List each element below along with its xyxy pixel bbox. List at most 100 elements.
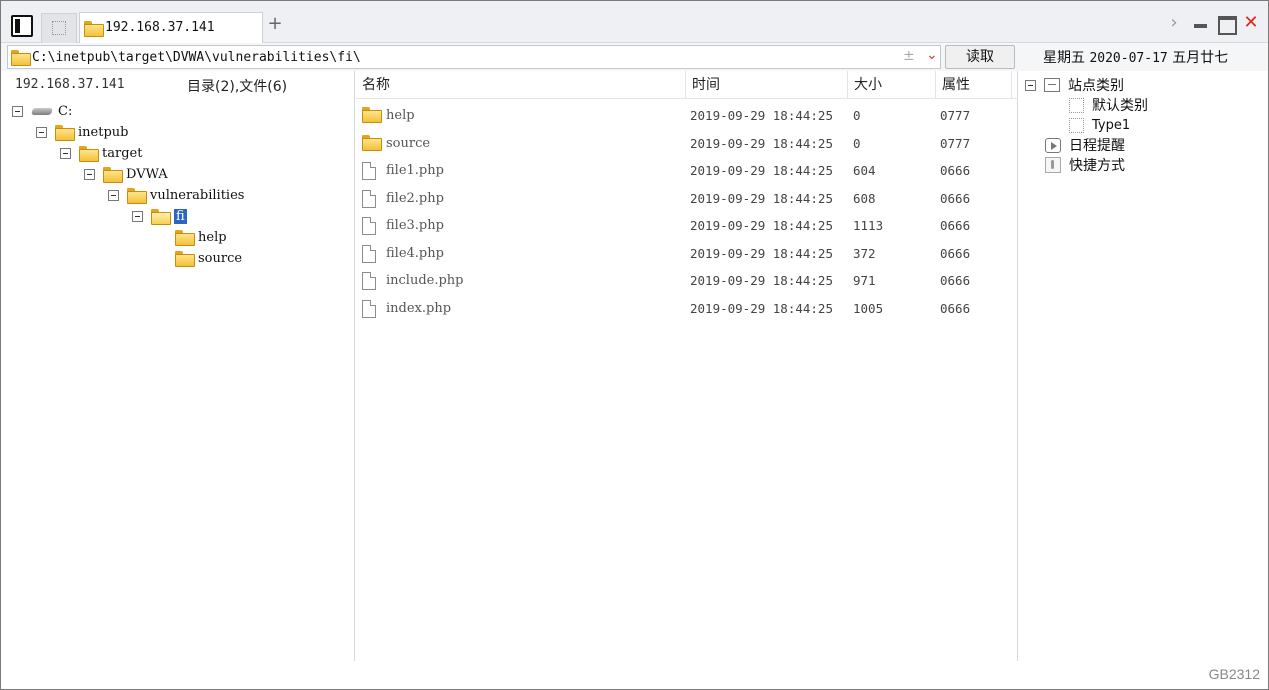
file-name: file2.php bbox=[386, 191, 444, 206]
file-size: 971 bbox=[853, 273, 876, 288]
file-time: 2019-09-29 18:44:25 bbox=[690, 273, 833, 288]
plus-minus-icon[interactable]: ± bbox=[903, 48, 915, 64]
tree-label: source bbox=[198, 250, 243, 266]
file-name: include.php bbox=[386, 273, 464, 288]
file-icon bbox=[362, 217, 376, 235]
close-button[interactable]: ✕ bbox=[1241, 13, 1261, 33]
tree-node-drive-c[interactable]: C: bbox=[12, 101, 72, 121]
read-button[interactable]: 读取 bbox=[945, 45, 1015, 69]
column-header-size[interactable]: 大小 bbox=[848, 71, 936, 99]
file-attr: 0666 bbox=[940, 301, 971, 316]
column-header-attr[interactable]: 属性 bbox=[936, 71, 1012, 99]
app-window: 192.168.37.141 + › ✕ ± ⌄ 读取 星期五 2020-07-… bbox=[0, 0, 1269, 690]
path-input[interactable] bbox=[32, 48, 892, 66]
file-name: file3.php bbox=[386, 218, 444, 233]
dir-file-count: 目录(2),文件(6) bbox=[187, 79, 288, 95]
file-attr: 0777 bbox=[940, 108, 971, 123]
file-attr: 0666 bbox=[940, 246, 971, 261]
collapse-icon[interactable] bbox=[12, 105, 23, 117]
tree-node-inetpub[interactable]: inetpub bbox=[36, 122, 128, 142]
file-row-help[interactable]: help 2019-09-29 18:44:25 0 0777 bbox=[356, 102, 1018, 129]
folder-icon bbox=[175, 230, 195, 246]
folder-icon bbox=[79, 146, 99, 162]
tree-node-target[interactable]: target bbox=[60, 143, 142, 163]
column-header-time[interactable]: 时间 bbox=[686, 71, 848, 99]
file-list-panel: 名称 时间 大小 属性 help 2019-09-29 18:44:25 0 0… bbox=[356, 71, 1018, 661]
maximize-button[interactable] bbox=[1216, 13, 1237, 35]
directory-tree-panel: 192.168.37.141 目录(2),文件(6) C: inetpub ta… bbox=[1, 71, 355, 661]
file-time: 2019-09-29 18:44:25 bbox=[690, 246, 833, 261]
date: 2020-07-17 bbox=[1089, 51, 1168, 66]
tab-bar: 192.168.37.141 + › ✕ bbox=[1, 1, 1268, 44]
file-row-file3[interactable]: file3.php 2019-09-29 18:44:25 1113 0666 bbox=[356, 212, 1018, 239]
shortcuts-node[interactable]: 快捷方式 bbox=[1045, 155, 1125, 175]
folder-icon bbox=[127, 188, 147, 204]
tree-node-help[interactable]: help bbox=[175, 227, 227, 247]
file-row-include[interactable]: include.php 2019-09-29 18:44:25 971 0666 bbox=[356, 267, 1018, 294]
collapse-icon[interactable] bbox=[60, 147, 71, 159]
blank-tab-icon bbox=[52, 21, 66, 35]
site-category-node[interactable]: 站点类别 bbox=[1025, 75, 1124, 95]
tree-label-selected: fi bbox=[174, 208, 187, 224]
column-header-name[interactable]: 名称 bbox=[356, 71, 686, 99]
collapse-icon[interactable] bbox=[36, 126, 47, 138]
file-icon bbox=[362, 245, 376, 263]
category-item-default[interactable]: 默认类别 bbox=[1069, 95, 1148, 115]
status-bar: GB2312 bbox=[1, 661, 1268, 689]
file-size: 1113 bbox=[853, 218, 884, 233]
schedule-node[interactable]: 日程提醒 bbox=[1045, 135, 1125, 155]
folder-icon bbox=[55, 125, 75, 141]
file-row-file2[interactable]: file2.php 2019-09-29 18:44:25 608 0666 bbox=[356, 185, 1018, 212]
file-size: 0 bbox=[853, 136, 861, 151]
tree-node-vulnerabilities[interactable]: vulnerabilities bbox=[108, 185, 244, 205]
file-row-index[interactable]: index.php 2019-09-29 18:44:25 1005 0666 bbox=[356, 295, 1018, 322]
chevron-right-icon[interactable]: › bbox=[1164, 13, 1184, 33]
tree-label: C: bbox=[58, 103, 73, 119]
schedule-label: 日程提醒 bbox=[1069, 138, 1125, 154]
minimize-button[interactable] bbox=[1191, 13, 1211, 33]
site-panel: 站点类别 默认类别 Type1 日程提醒 快捷方式 bbox=[1019, 71, 1268, 661]
file-name: file4.php bbox=[386, 246, 444, 261]
tab-blank[interactable] bbox=[41, 13, 77, 43]
tab-label: 192.168.37.141 bbox=[105, 20, 215, 35]
file-row-file1[interactable]: file1.php 2019-09-29 18:44:25 604 0666 bbox=[356, 157, 1018, 184]
path-field[interactable]: ± ⌄ bbox=[7, 45, 941, 69]
tree-node-fi[interactable]: fi bbox=[132, 206, 187, 226]
tree-node-source[interactable]: source bbox=[175, 248, 242, 268]
panel-toggle-icon[interactable] bbox=[11, 15, 33, 37]
tree-header: 192.168.37.141 目录(2),文件(6) bbox=[1, 71, 355, 99]
tree-label: vulnerabilities bbox=[150, 187, 245, 203]
shortcuts-label: 快捷方式 bbox=[1069, 158, 1125, 174]
encoding-label[interactable]: GB2312 bbox=[1209, 666, 1260, 682]
file-time: 2019-09-29 18:44:25 bbox=[690, 108, 833, 123]
schedule-icon bbox=[1045, 137, 1061, 153]
file-name: source bbox=[386, 136, 431, 151]
file-attr: 0666 bbox=[940, 191, 971, 206]
file-attr: 0666 bbox=[940, 273, 971, 288]
file-time: 2019-09-29 18:44:25 bbox=[690, 218, 833, 233]
tab-host[interactable]: 192.168.37.141 bbox=[79, 12, 263, 44]
collapse-icon[interactable] bbox=[108, 189, 119, 201]
collapse-icon[interactable] bbox=[132, 210, 143, 222]
file-icon bbox=[362, 162, 376, 180]
file-time: 2019-09-29 18:44:25 bbox=[690, 301, 833, 316]
file-name: index.php bbox=[386, 301, 452, 316]
add-tab-button[interactable]: + bbox=[267, 15, 283, 33]
file-row-file4[interactable]: file4.php 2019-09-29 18:44:25 372 0666 bbox=[356, 240, 1018, 267]
category-item-icon bbox=[1069, 117, 1084, 133]
tree-label: help bbox=[198, 229, 227, 245]
tree-label: DVWA bbox=[126, 166, 168, 182]
file-size: 604 bbox=[853, 163, 876, 178]
tree-node-dvwa[interactable]: DVWA bbox=[84, 164, 168, 184]
category-label: 默认类别 bbox=[1092, 98, 1148, 114]
folder-open-icon bbox=[151, 209, 171, 225]
tree-label: inetpub bbox=[78, 124, 129, 140]
file-row-source[interactable]: source 2019-09-29 18:44:25 0 0777 bbox=[356, 130, 1018, 157]
date-display: 星期五 2020-07-17 五月廿七 bbox=[1043, 47, 1228, 67]
file-icon bbox=[362, 300, 376, 318]
collapse-icon[interactable] bbox=[84, 168, 95, 180]
category-item-type1[interactable]: Type1 bbox=[1069, 115, 1130, 135]
weekday: 星期五 bbox=[1043, 50, 1085, 66]
collapse-icon[interactable] bbox=[1025, 79, 1036, 91]
chevron-down-icon[interactable]: ⌄ bbox=[926, 47, 938, 63]
